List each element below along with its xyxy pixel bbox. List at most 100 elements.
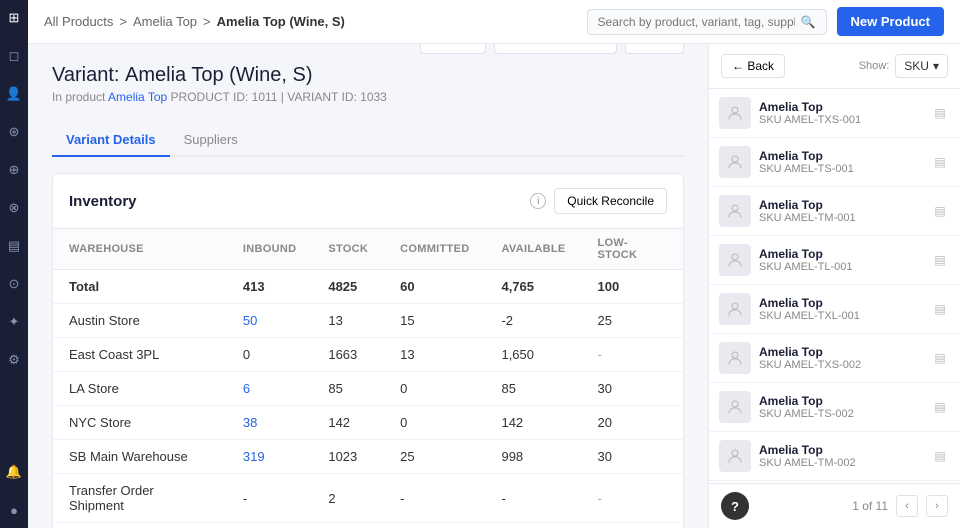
tab-suppliers[interactable]: Suppliers	[170, 124, 252, 157]
right-panel-header: ← Back Show: SKU ▾	[709, 44, 960, 89]
cell-inbound[interactable]: 50	[227, 304, 312, 338]
box-icon[interactable]: ◻	[4, 46, 24, 66]
product-thumb	[719, 146, 751, 178]
new-product-button[interactable]: New Product	[837, 7, 944, 36]
product-action-icon[interactable]: ▤	[930, 348, 950, 368]
search-box[interactable]: 🔍	[587, 9, 827, 35]
bag-icon[interactable]: ⊕	[4, 160, 24, 180]
chart-icon[interactable]: ▤	[4, 236, 24, 256]
cell-warehouse: Total	[53, 270, 227, 304]
main-content: All Products > Amelia Top > Amelia Top (…	[28, 0, 960, 528]
variant-title: Variant: Amelia Top (Wine, S)	[52, 64, 387, 87]
topbar-right: 🔍 New Product	[587, 7, 944, 36]
topbar: All Products > Amelia Top > Amelia Top (…	[28, 0, 960, 44]
help-button[interactable]: ?	[721, 492, 749, 520]
cell-stock: 13	[312, 304, 384, 338]
cell-warehouse: East Coast 3PL	[53, 338, 227, 372]
cell-available: 1,892	[485, 523, 581, 528]
cell-inbound: 0	[227, 523, 312, 528]
list-item[interactable]: Amelia Top SKU AMEL-TL-001 ▤	[709, 236, 960, 285]
product-action-icon[interactable]: ▤	[930, 201, 950, 221]
cell-warehouse: Austin Store	[53, 304, 227, 338]
breadcrumb-all-products[interactable]: All Products	[44, 14, 113, 29]
back-button[interactable]: ← Back	[721, 54, 785, 78]
reconcile-stock-button[interactable]: Reconcile Stock	[494, 44, 617, 54]
product-action-icon[interactable]: ▤	[930, 103, 950, 123]
cell-stock: 1897	[312, 523, 384, 528]
user-icon[interactable]: ●	[4, 500, 24, 520]
breadcrumb-sep2: >	[203, 14, 211, 29]
tabs: Variant Details Suppliers	[52, 124, 684, 157]
sidebar: ⊞ ◻ 👤 ⊛ ⊕ ⊗ ▤ ⊙ ✦ ⚙ 🔔 ●	[0, 0, 28, 528]
product-action-icon[interactable]: ▤	[930, 299, 950, 319]
bell-icon[interactable]: 🔔	[4, 462, 24, 482]
product-thumb	[719, 342, 751, 374]
inventory-table: Warehouse Inbound Stock Committed Availa…	[53, 229, 683, 528]
cell-warehouse: SB Main Warehouse	[53, 440, 227, 474]
pagination-text: 1 of 11	[852, 499, 888, 513]
prev-page-button[interactable]: ‹	[896, 495, 918, 517]
list-item[interactable]: Amelia Top SKU AMEL-TXS-001 ▤	[709, 89, 960, 138]
table-row: West Coast 3PL 0 1897 5 1,892 -	[53, 523, 683, 528]
edit-button[interactable]: Edit ▾	[625, 44, 684, 54]
list-item[interactable]: Amelia Top SKU AMEL-TXS-002 ▤	[709, 334, 960, 383]
list-item[interactable]: Amelia Top SKU AMEL-TS-001 ▤	[709, 138, 960, 187]
cell-available: -	[485, 474, 581, 523]
more-button[interactable]: More ▾	[420, 44, 486, 54]
info-icon[interactable]: i	[530, 193, 546, 209]
product-action-icon[interactable]: ▤	[930, 152, 950, 172]
settings-star-icon[interactable]: ✦	[4, 312, 24, 332]
col-low-stock: Low-Stock	[581, 229, 683, 270]
product-thumb	[719, 195, 751, 227]
product-name: Amelia Top	[759, 198, 922, 212]
cell-inbound[interactable]: 6	[227, 372, 312, 406]
product-list: Amelia Top SKU AMEL-TXS-001 ▤ Amelia Top…	[709, 89, 960, 483]
product-name: Amelia Top	[759, 247, 922, 261]
tag-icon[interactable]: ⊛	[4, 122, 24, 142]
cell-low-stock: 30	[581, 372, 683, 406]
product-link[interactable]: Amelia Top	[108, 90, 167, 104]
inventory-actions: i Quick Reconcile	[530, 188, 667, 214]
tab-variant-details[interactable]: Variant Details	[52, 124, 170, 157]
edit-chevron-icon: ▾	[664, 44, 671, 47]
product-info: Amelia Top SKU AMEL-TS-002	[759, 394, 922, 420]
sku-dropdown[interactable]: SKU ▾	[895, 54, 948, 78]
list-item[interactable]: Amelia Top SKU AMEL-TM-001 ▤	[709, 187, 960, 236]
inventory-section: Inventory i Quick Reconcile Warehouse In…	[52, 173, 684, 528]
list-item[interactable]: Amelia Top SKU AMEL-TS-002 ▤	[709, 383, 960, 432]
quick-reconcile-button[interactable]: Quick Reconcile	[554, 188, 667, 214]
gear-icon[interactable]: ⚙	[4, 350, 24, 370]
cell-warehouse: West Coast 3PL	[53, 523, 227, 528]
product-action-icon[interactable]: ▤	[930, 397, 950, 417]
product-action-icon[interactable]: ▤	[930, 446, 950, 466]
link-icon[interactable]: ⊗	[4, 198, 24, 218]
cell-inbound[interactable]: 38	[227, 406, 312, 440]
table-row: Total 413 4825 60 4,765 100	[53, 270, 683, 304]
next-page-button[interactable]: ›	[926, 495, 948, 517]
search-input[interactable]	[598, 15, 795, 29]
cell-committed: 0	[384, 372, 485, 406]
list-item[interactable]: Amelia Top SKU AMEL-TXL-001 ▤	[709, 285, 960, 334]
users-icon[interactable]: ⊙	[4, 274, 24, 294]
variant-header: Variant: Amelia Top (Wine, S) In product…	[52, 64, 387, 104]
product-name: Amelia Top	[759, 149, 922, 163]
product-name: Amelia Top	[759, 100, 922, 114]
sku-chevron-icon: ▾	[933, 59, 939, 73]
breadcrumb-current: Amelia Top (Wine, S)	[217, 14, 345, 29]
product-action-icon[interactable]: ▤	[930, 250, 950, 270]
breadcrumb-sep1: >	[119, 14, 127, 29]
cell-available: -2	[485, 304, 581, 338]
cell-inbound[interactable]: 319	[227, 440, 312, 474]
breadcrumb-parent[interactable]: Amelia Top	[133, 14, 197, 29]
cell-warehouse: Transfer Order Shipment	[53, 474, 227, 523]
people-icon[interactable]: 👤	[4, 84, 24, 104]
table-row: Transfer Order Shipment - 2 - - -	[53, 474, 683, 523]
cell-committed: -	[384, 474, 485, 523]
cell-committed: 60	[384, 270, 485, 304]
cell-stock: 1023	[312, 440, 384, 474]
cell-committed: 5	[384, 523, 485, 528]
list-item[interactable]: Amelia Top SKU AMEL-TM-002 ▤	[709, 432, 960, 481]
home-icon[interactable]: ⊞	[4, 8, 24, 28]
col-committed: Committed	[384, 229, 485, 270]
variant-title-name: Amelia Top (Wine, S)	[125, 64, 312, 86]
